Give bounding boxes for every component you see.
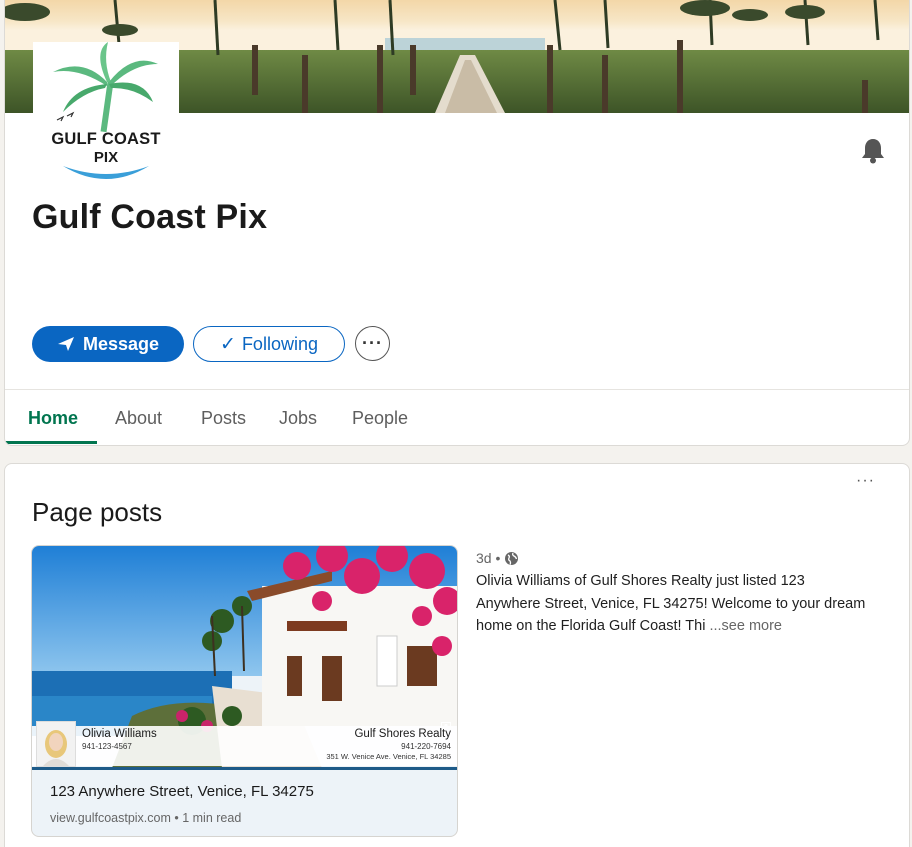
- following-button[interactable]: ✓ Following: [193, 326, 345, 362]
- logo-text-line2: PIX: [93, 149, 119, 166]
- posts-more-button[interactable]: ···: [856, 472, 875, 490]
- message-button-label: Message: [82, 333, 160, 354]
- realty-address: 351 W. Venice Ave. Venice, FL 34285: [326, 752, 451, 761]
- tab-home[interactable]: Home: [28, 408, 78, 429]
- palm-tree-logo-icon: [53, 42, 158, 179]
- page-posts-card: ··· Page posts Olivia Williams 941-123-4…: [4, 463, 910, 847]
- tabs-divider: [5, 389, 909, 390]
- post-image-divider: [32, 767, 457, 770]
- logo-text-line1: GULF COAST: [51, 130, 161, 148]
- posts-section-title: Page posts: [32, 497, 163, 527]
- post-body: Olivia Williams of Gulf Shores Realty ju…: [476, 570, 866, 638]
- company-logo[interactable]: GULF COAST PIX: [33, 42, 179, 188]
- post-meta: view.gulfcoastpix.com • 1 min read: [50, 811, 242, 825]
- more-actions-button[interactable]: ···: [355, 326, 390, 361]
- realty-phone: 941-220-7694: [401, 742, 451, 751]
- company-name: Gulf Coast Pix: [32, 198, 268, 236]
- company-profile-card: GULF COAST PIX Gulf Coast Pix Message ✓ …: [4, 0, 910, 446]
- following-button-label: Following: [241, 333, 318, 354]
- message-button[interactable]: Message: [32, 326, 184, 362]
- post-article-card[interactable]: Olivia Williams 941-123-4567 Gulf Shores…: [31, 545, 458, 837]
- tab-about[interactable]: About: [115, 408, 162, 429]
- post-timestamp: 3d •: [476, 550, 519, 566]
- agent-photo: [36, 721, 76, 767]
- tab-posts[interactable]: Posts: [201, 408, 246, 429]
- camera-icon: [441, 716, 451, 729]
- realty-name: Gulf Shores Realty: [354, 728, 451, 740]
- see-more-link[interactable]: ...see more: [709, 618, 782, 634]
- agent-name: Olivia Williams: [82, 728, 157, 740]
- post-time-text: 3d •: [476, 550, 501, 566]
- post-headline: 123 Anywhere Street, Venice, FL 34275: [50, 783, 314, 800]
- tab-people[interactable]: People: [352, 408, 408, 429]
- bell-icon[interactable]: [860, 136, 886, 164]
- tab-jobs[interactable]: Jobs: [279, 408, 317, 429]
- post-text: Olivia Williams of Gulf Shores Realty ju…: [476, 573, 866, 634]
- globe-icon: [505, 551, 519, 565]
- agent-phone: 941-123-4567: [82, 742, 132, 751]
- active-tab-indicator: [5, 441, 97, 444]
- send-icon: [57, 337, 74, 351]
- check-icon: ✓: [220, 333, 236, 355]
